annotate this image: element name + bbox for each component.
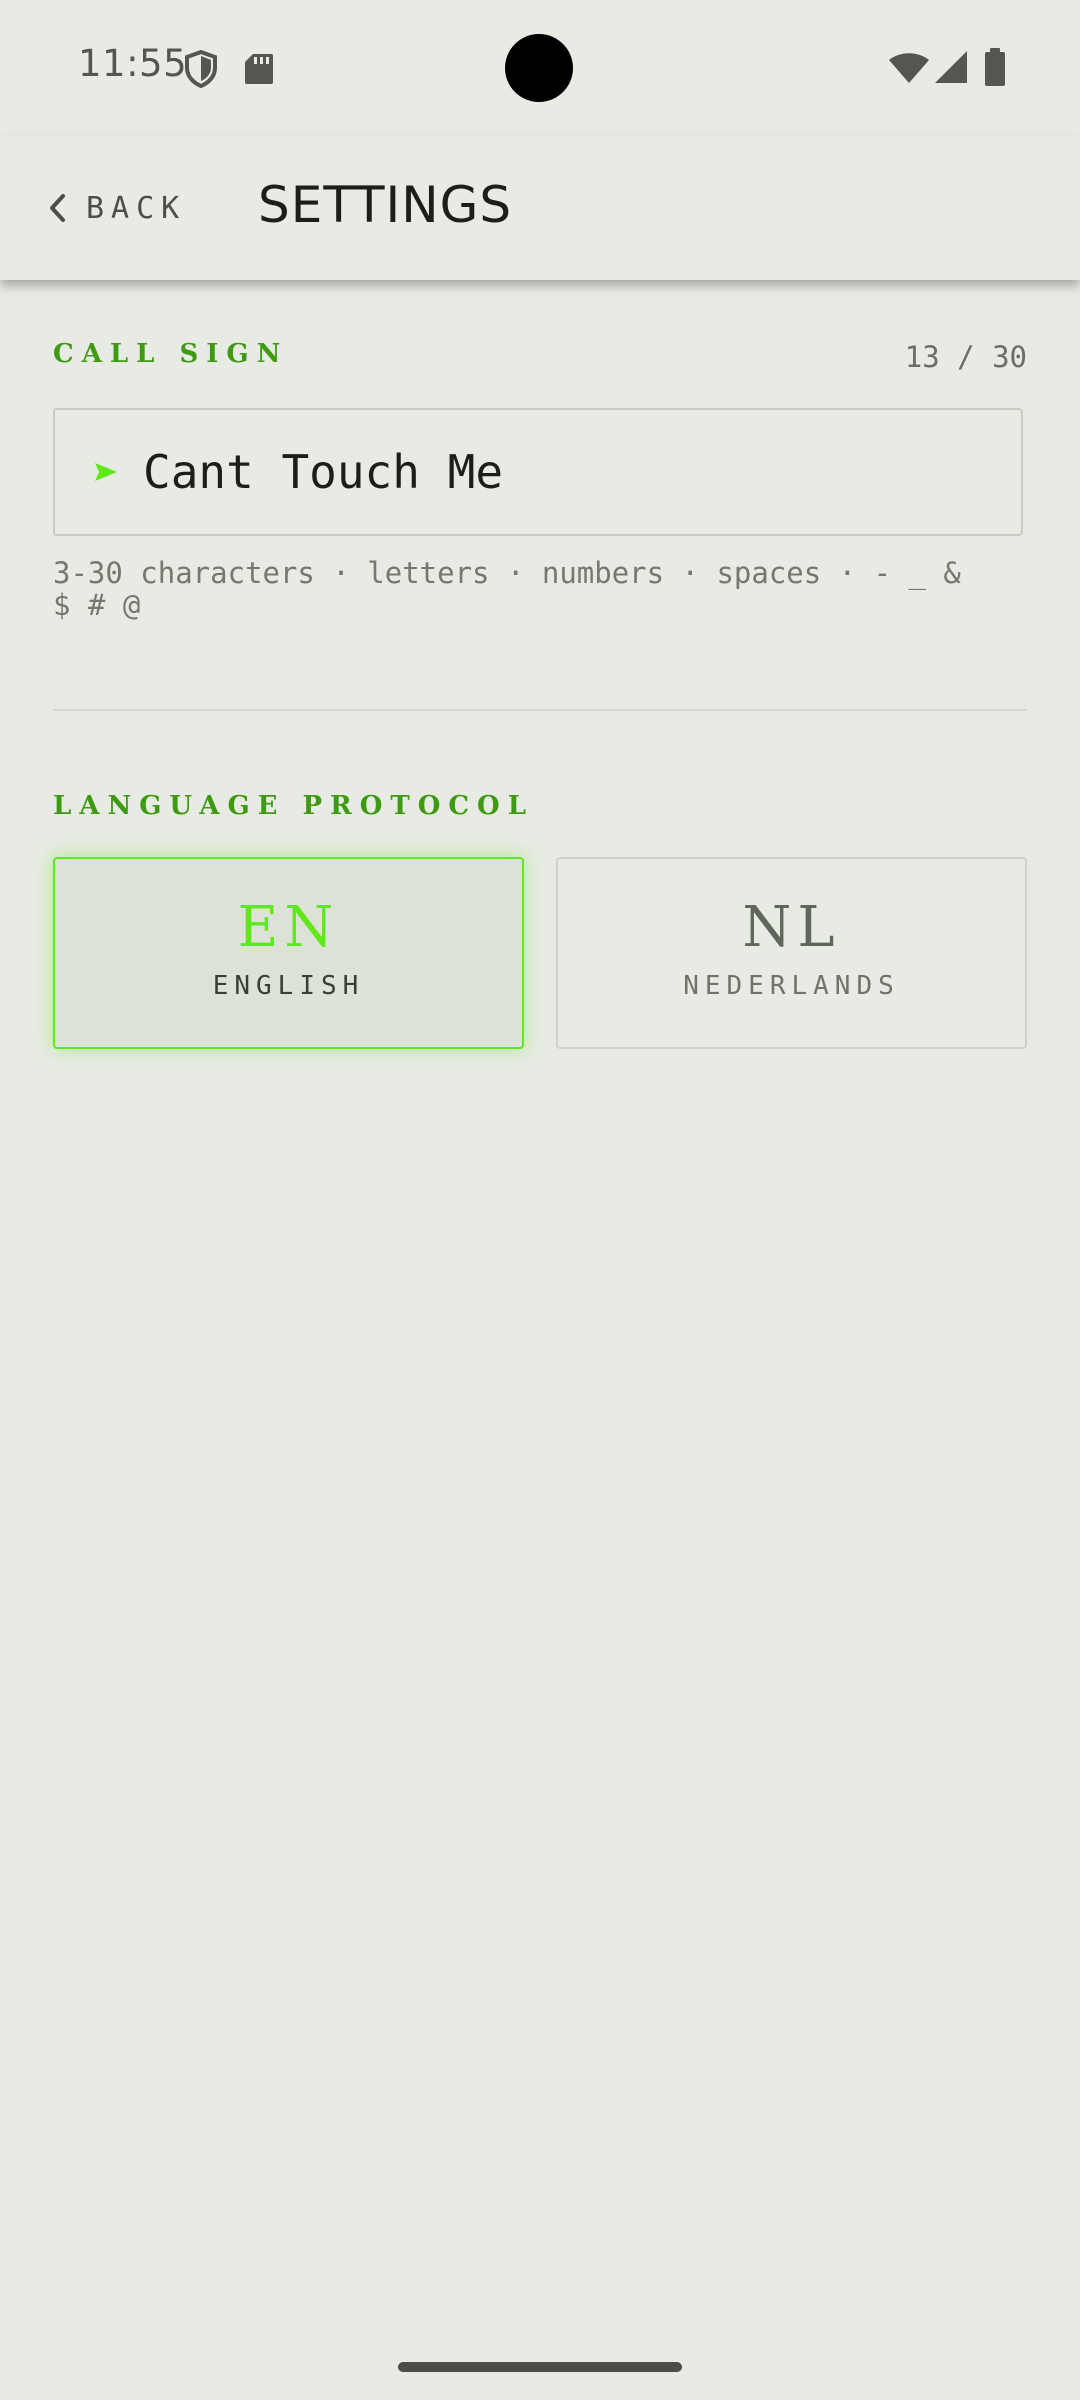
cellular-signal-icon bbox=[935, 51, 967, 83]
back-label: BACK bbox=[86, 190, 187, 226]
page-title: SETTINGS bbox=[258, 176, 513, 234]
sd-card-icon bbox=[245, 54, 273, 84]
section-divider bbox=[53, 709, 1027, 711]
prompt-arrow-icon bbox=[95, 463, 117, 481]
language-option-nederlands[interactable]: NL NEDERLANDS bbox=[556, 857, 1027, 1049]
language-name: ENGLISH bbox=[212, 971, 365, 1001]
battery-icon bbox=[985, 48, 1005, 86]
top-app-bar: BACK SETTINGS bbox=[0, 136, 1080, 280]
home-indicator[interactable] bbox=[398, 2362, 682, 2372]
chevron-left-icon bbox=[50, 194, 65, 222]
language-protocol-label: LANGUAGE PROTOCOL bbox=[53, 791, 534, 821]
camera-cutout bbox=[505, 34, 573, 102]
call-sign-label: CALL SIGN bbox=[53, 339, 289, 369]
status-bar: 11:55 bbox=[0, 0, 1080, 136]
shield-icon bbox=[185, 50, 217, 88]
back-button[interactable]: BACK bbox=[42, 180, 186, 236]
language-code: NL bbox=[742, 895, 841, 960]
language-option-english[interactable]: EN ENGLISH bbox=[53, 857, 524, 1049]
status-time: 11:55 bbox=[78, 42, 188, 85]
wifi-icon bbox=[889, 53, 929, 83]
language-name: NEDERLANDS bbox=[683, 971, 900, 1001]
call-sign-helper-text: 3-30 characters · letters · numbers · sp… bbox=[53, 556, 961, 622]
call-sign-value: Cant Touch Me bbox=[143, 445, 504, 499]
call-sign-input[interactable]: Cant Touch Me bbox=[53, 408, 1023, 536]
language-code: EN bbox=[237, 895, 340, 960]
character-counter: 13 / 30 bbox=[904, 340, 1027, 374]
